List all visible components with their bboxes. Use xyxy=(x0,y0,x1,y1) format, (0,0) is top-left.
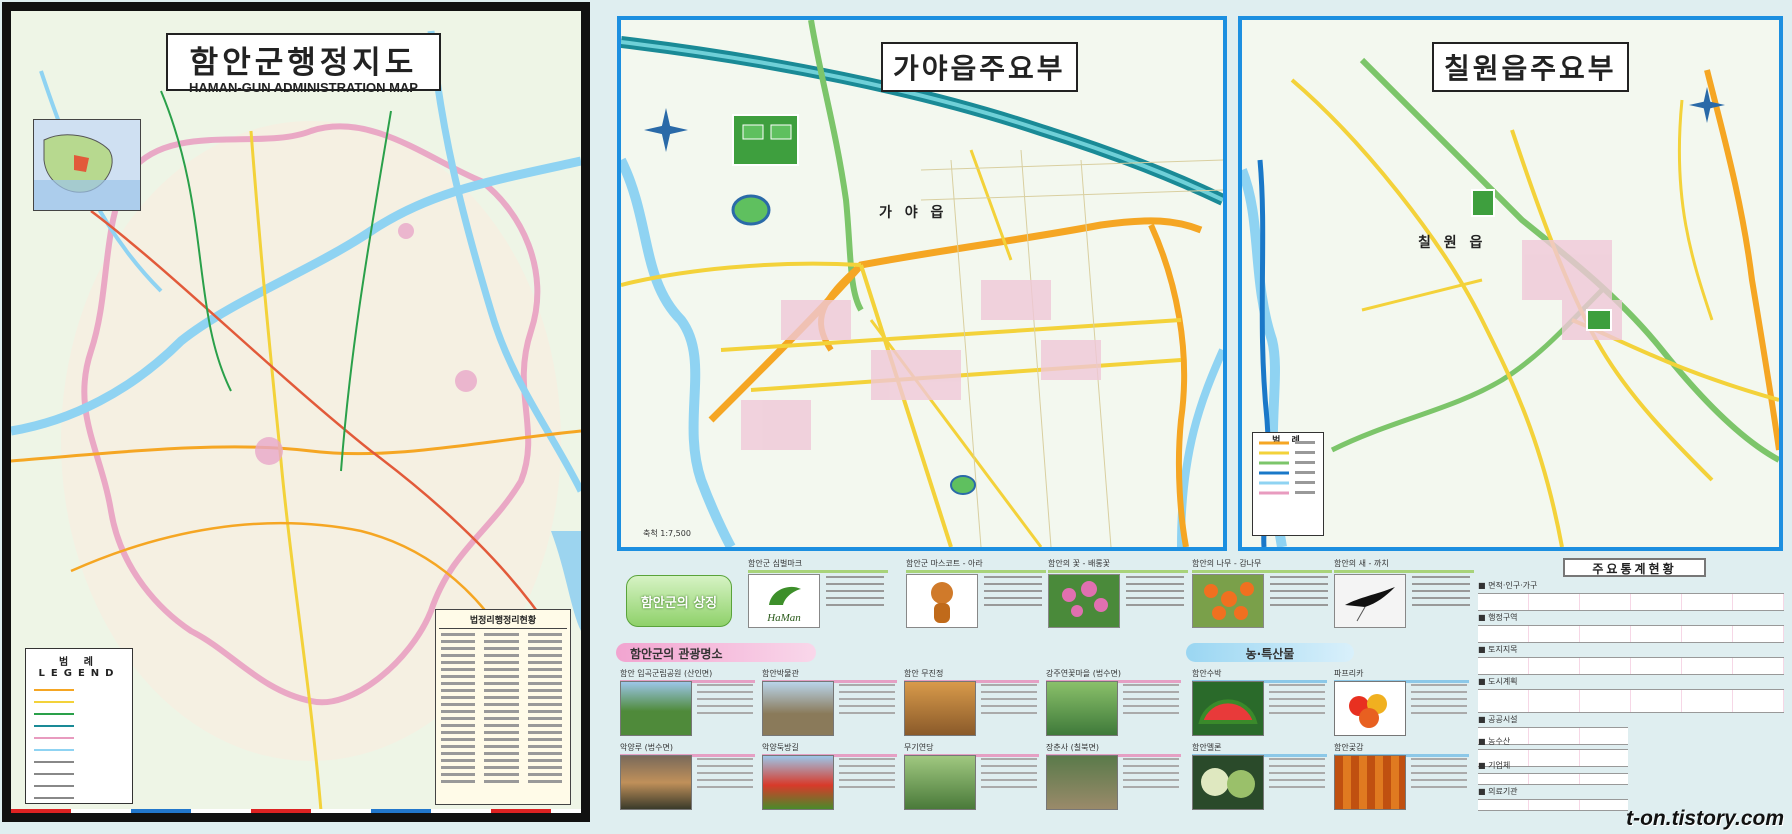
map-title-korean: 함안군행정지도 xyxy=(189,45,418,81)
stat-heading: ■ 토지지목 xyxy=(1478,645,1518,654)
watermelon-photo xyxy=(1192,681,1264,736)
watermark: t-on.tistory.com xyxy=(1626,807,1784,830)
stat-heading: ■ 공공시설 xyxy=(1478,715,1518,724)
symbol-item: 함안의 새 - 까치 xyxy=(1334,558,1474,630)
stat-heading: ■ 행정구역 xyxy=(1478,613,1518,622)
legend-row xyxy=(34,768,74,775)
symbol-item: 함안의 꽃 - 배롱꽃 xyxy=(1048,558,1188,630)
legend-row xyxy=(34,684,74,691)
chilwon-town-map[interactable]: 칠원읍주요부 칠 원 읍 범 례 xyxy=(1238,16,1783,551)
legend-row xyxy=(34,816,74,822)
melon-photo xyxy=(1192,755,1264,810)
tourism-card: 함안박물관 xyxy=(762,668,897,738)
tourism-section-header: 함안군의 관광명소 xyxy=(616,643,816,662)
gaya-town-map[interactable]: 가야읍주요부 가 야 읍 축척 1:7,500 xyxy=(617,16,1227,551)
symbol-heading: 함안군 마스코트 - 아라 xyxy=(906,558,1046,573)
chilwon-town-label: 칠 원 읍 xyxy=(1418,235,1487,251)
spot-photo xyxy=(762,755,834,810)
legend-row xyxy=(34,744,74,751)
stat-block: ■ 행정구역 xyxy=(1478,612,1784,643)
stat-table xyxy=(1478,593,1784,611)
persimmon-photo xyxy=(1192,574,1264,628)
stat-table xyxy=(1478,799,1628,811)
legend-row xyxy=(34,708,74,715)
legend-title: 범 례 LEGEND xyxy=(38,657,120,679)
map-title-english: HAMAN-GUN ADMINISTRATION MAP xyxy=(189,80,418,95)
stat-block: ■ 면적·인구·가구 xyxy=(1478,580,1784,611)
frame-tick-bottom xyxy=(11,809,581,813)
stat-block: ■ 의료기관 xyxy=(1478,786,1628,811)
magpie-photo xyxy=(1334,574,1406,628)
legend-row xyxy=(34,780,74,787)
chilwon-map-title: 칠원읍주요부 xyxy=(1432,42,1629,92)
county-map-frame: 함안군행정지도 HAMAN-GUN ADMINISTRATION MAP 범 례… xyxy=(2,2,590,822)
product-card: 파프리카 xyxy=(1334,668,1469,738)
symbol-heading: 함안의 꽃 - 배롱꽃 xyxy=(1048,558,1188,573)
logo-text: HaMan xyxy=(766,612,801,624)
gaya-map-canvas[interactable] xyxy=(621,20,1223,547)
stat-block: ■ 도시계획 xyxy=(1478,676,1784,713)
dried-persimmon-photo xyxy=(1334,755,1406,810)
tourism-card: 함안 무진정 xyxy=(904,668,1039,738)
product-card: 함안곶감 xyxy=(1334,742,1469,812)
county-map-title: 함안군행정지도 HAMAN-GUN ADMINISTRATION MAP xyxy=(166,33,441,95)
gaya-map-title: 가야읍주요부 xyxy=(881,42,1078,92)
stat-heading: ■ 도시계획 xyxy=(1478,677,1518,686)
symbols-section-header: 함안군의 상징 xyxy=(626,575,732,627)
symbol-item: 함안의 나무 - 감나무 xyxy=(1192,558,1332,630)
tourism-card: 무기연당 xyxy=(904,742,1039,812)
spot-photo xyxy=(1046,755,1118,810)
admin-table-title: 법정리행정리현황 xyxy=(439,613,567,629)
tourism-card: 함안 입곡군립공원 (산인면) xyxy=(620,668,755,738)
products-section-header: 농·특산물 xyxy=(1186,643,1354,662)
symbol-item: 함안군 마스코트 - 아라 xyxy=(906,558,1046,630)
symbol-mark-logo: HaMan xyxy=(748,574,820,628)
stat-table xyxy=(1478,657,1784,675)
product-card: 함안수박 xyxy=(1192,668,1327,738)
legend-row xyxy=(34,756,74,763)
stat-table xyxy=(1478,773,1628,785)
spot-photo xyxy=(620,681,692,736)
spot-photo xyxy=(620,755,692,810)
stat-heading: ■ 면적·인구·가구 xyxy=(1478,581,1538,590)
flower-photo xyxy=(1048,574,1120,628)
stat-heading: ■ 농수산 xyxy=(1478,737,1511,746)
mascot-image xyxy=(906,574,978,628)
tourism-card: 강주연꽃마을 (법수면) xyxy=(1046,668,1181,738)
spot-photo xyxy=(904,755,976,810)
legend-row xyxy=(34,720,74,727)
spot-photo xyxy=(904,681,976,736)
chilwon-legend: 범 례 xyxy=(1252,432,1324,536)
tourism-card: 악양루 (법수면) xyxy=(620,742,755,812)
gaya-scale: 축척 1:7,500 xyxy=(643,529,691,538)
tourism-card: 악양둑방길 xyxy=(762,742,897,812)
symbol-item: 함안군 심벌마크 HaMan xyxy=(748,558,888,630)
locator-inset-map xyxy=(33,119,141,211)
product-card: 함안멜론 xyxy=(1192,742,1327,812)
symbol-heading: 함안의 새 - 까치 xyxy=(1334,558,1474,573)
stats-title: 주요통계현황 xyxy=(1563,558,1706,577)
legend-row xyxy=(34,696,74,703)
gaya-town-label: 가 야 읍 xyxy=(879,205,948,221)
symbol-heading: 함안군 심벌마크 xyxy=(748,558,888,573)
stat-table xyxy=(1478,625,1784,643)
legend-row xyxy=(34,792,74,799)
county-legend: 범 례 LEGEND xyxy=(25,648,133,811)
legend-row xyxy=(34,732,74,739)
stat-block: ■ 토지지목 xyxy=(1478,644,1784,675)
stat-table xyxy=(1478,689,1784,713)
paprika-photo xyxy=(1334,681,1406,736)
tourism-card: 장춘사 (칠북면) xyxy=(1046,742,1181,812)
admin-district-table: 법정리행정리현황 xyxy=(435,609,571,805)
stat-heading: ■ 기업체 xyxy=(1478,761,1511,770)
spot-photo xyxy=(762,681,834,736)
spot-photo xyxy=(1046,681,1118,736)
stat-block: ■ 기업체 xyxy=(1478,760,1628,785)
symbol-heading: 함안의 나무 - 감나무 xyxy=(1192,558,1332,573)
stat-heading: ■ 의료기관 xyxy=(1478,787,1518,796)
